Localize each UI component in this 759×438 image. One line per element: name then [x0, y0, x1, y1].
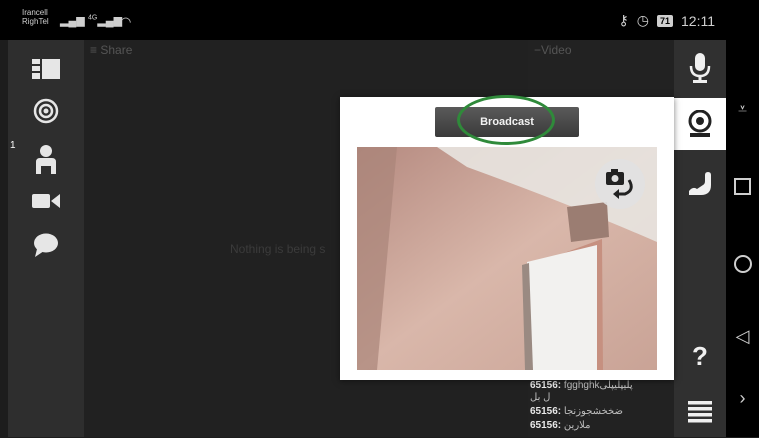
signal-icon: ▂▄▆: [60, 15, 85, 27]
alarm-icon: ◷: [636, 12, 649, 28]
webcam-dialog: Broadcast: [340, 95, 674, 380]
share-empty-message: Nothing is being s: [230, 242, 326, 256]
camera-button[interactable]: [8, 182, 84, 220]
chat-bubble-icon: [34, 233, 58, 257]
highlight-ring: [457, 95, 555, 145]
circle-icon: [733, 255, 752, 273]
clock: 12:11: [681, 12, 715, 29]
notification-pulldown-button[interactable]: ⩡: [726, 92, 759, 128]
chat-text: fgghghkپلیپلیپلی: [563, 380, 633, 391]
chat-text: ملارین: [563, 420, 591, 431]
system-nav-bar: ⩡ ◁ ›: [726, 40, 759, 437]
target-icon: [33, 98, 59, 124]
chat-line: 65156: ضخخشجوزنجا: [530, 406, 623, 417]
layout-toggle-button[interactable]: [8, 50, 84, 88]
participant-count-badge: 1: [10, 140, 16, 151]
share-panel-title: Share: [100, 43, 133, 57]
right-toolbar: ?: [674, 40, 726, 437]
chat-button[interactable]: [8, 226, 84, 264]
broadcast-tool-button[interactable]: [8, 92, 84, 130]
share-panel-header: ≡ Share: [90, 43, 133, 57]
chat-line: 65156: ملارین: [530, 420, 590, 431]
microphone-button[interactable]: [674, 42, 726, 94]
wifi-icon: ◠: [120, 14, 132, 29]
pulldown-icon: ⩡: [737, 101, 748, 118]
battery-indicator: 71: [656, 14, 673, 27]
microphone-icon: [689, 53, 711, 83]
participants-button[interactable]: [8, 140, 84, 178]
recents-button[interactable]: [726, 168, 759, 204]
help-button[interactable]: ?: [674, 330, 726, 382]
switch-camera-button[interactable]: [595, 159, 645, 209]
raise-hand-button[interactable]: [674, 158, 726, 210]
chat-line: 65156: fgghghkپلیپلیپلی: [530, 380, 633, 391]
left-toolbar: [8, 40, 84, 437]
square-icon: [734, 177, 751, 195]
chevron-right-icon: ›: [739, 387, 746, 408]
status-right: ⚷ ◷ 71 12:11: [619, 12, 716, 29]
carrier-labels: Irancell RighTel: [22, 8, 49, 26]
next-button[interactable]: ›: [726, 380, 759, 416]
key-icon: ⚷: [618, 12, 629, 28]
signal-4g-icon: 4G▂▄▆: [88, 14, 123, 27]
chat-line: ل بل: [530, 392, 550, 403]
layout-icon: [32, 59, 60, 79]
back-button[interactable]: ◁: [726, 318, 759, 354]
chat-user: 65156:: [530, 406, 562, 417]
chat-text: ضخخشجوزنجا: [563, 406, 623, 417]
webcam-button[interactable]: [674, 98, 726, 150]
chat-user: 65156:: [530, 380, 562, 391]
hamburger-icon: [688, 401, 712, 423]
hand-icon: [689, 172, 711, 195]
chat-text: ل بل: [530, 392, 551, 403]
network-type: 4G: [88, 14, 98, 22]
camera-preview: [357, 147, 657, 370]
menu-button[interactable]: [674, 386, 726, 438]
chat-user: 65156:: [530, 420, 562, 431]
video-camera-icon: [32, 194, 60, 208]
question-icon: ?: [692, 340, 708, 371]
status-bar: Irancell RighTel ▂▄▆ 4G▂▄▆ ◠ ⚷ ◷ 71 12:1…: [0, 0, 759, 40]
home-button[interactable]: [726, 246, 759, 282]
camera-switch-icon: [606, 169, 633, 199]
back-triangle-icon: ◁: [735, 325, 750, 346]
video-panel-title: Video: [541, 43, 572, 57]
carrier-2: RighTel: [22, 17, 49, 26]
video-panel-header: −Video: [534, 43, 572, 57]
carrier-1: Irancell: [22, 8, 48, 17]
webcam-icon: [688, 110, 712, 137]
user-icon: [36, 145, 56, 174]
